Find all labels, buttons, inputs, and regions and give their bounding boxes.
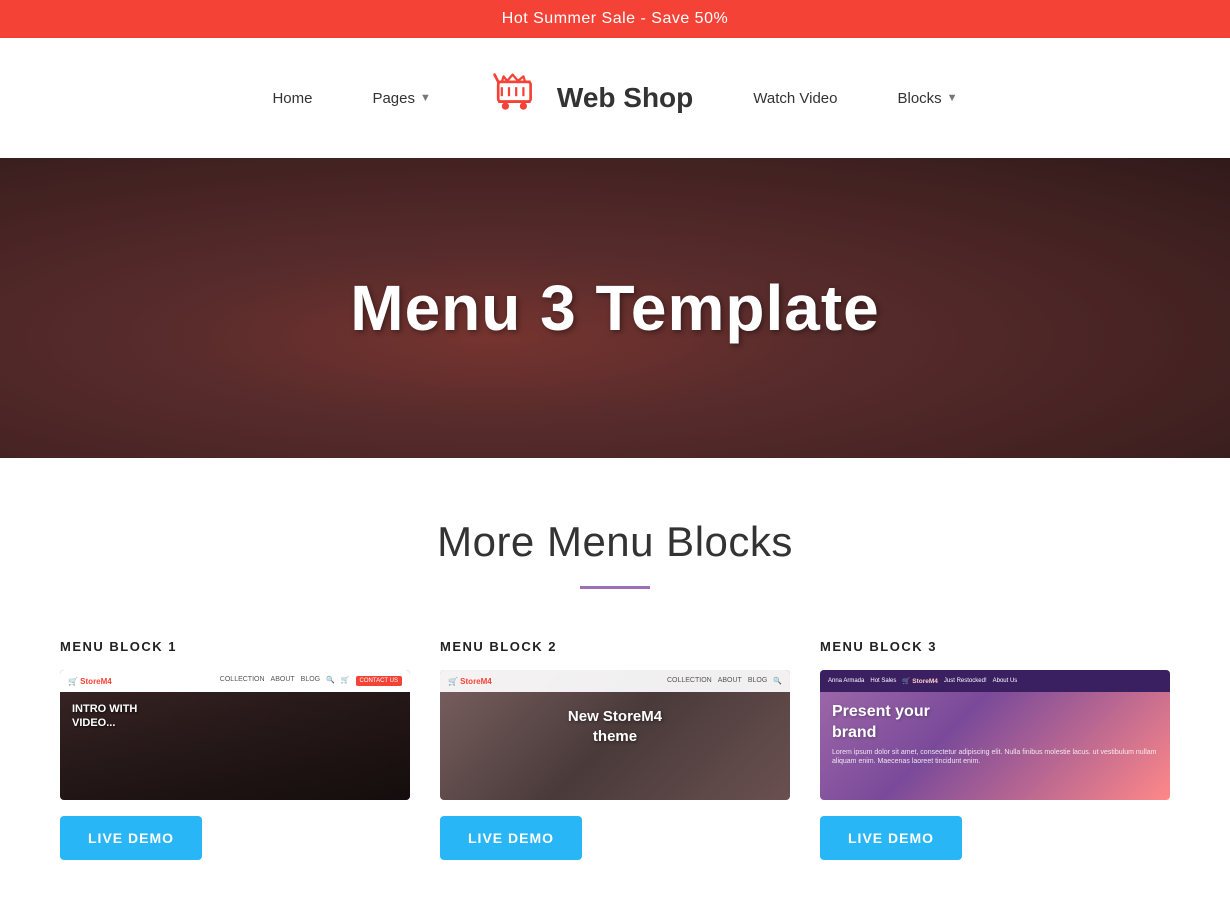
blocks-dropdown-arrow: ▼ bbox=[947, 92, 958, 104]
site-logo[interactable]: Web Shop bbox=[461, 71, 723, 125]
nav-items: Home Pages ▼ Web Shop bbox=[242, 71, 987, 125]
cart-icon bbox=[491, 71, 545, 125]
block-2-title: New StoreM4theme bbox=[452, 707, 778, 746]
block-2-logo: 🛒 StoreM4 bbox=[448, 677, 492, 686]
pages-dropdown-arrow: ▼ bbox=[420, 92, 431, 104]
nav-pages[interactable]: Pages ▼ bbox=[342, 80, 460, 117]
block-2-navbar: 🛒 StoreM4 COLLECTION ABOUT BLOG 🔍 bbox=[440, 670, 790, 692]
menu-block-2: MENU BLOCK 2 🛒 StoreM4 COLLECTION ABOUT … bbox=[440, 639, 790, 860]
menu-blocks-grid: MENU BLOCK 1 🛒 StoreM4 COLLECTION ABOUT … bbox=[40, 639, 1190, 860]
section-divider bbox=[580, 586, 650, 589]
nav-home[interactable]: Home bbox=[242, 80, 342, 117]
block-1-title: INTRO WITHVIDEO... bbox=[72, 702, 398, 731]
navbar: Home Pages ▼ Web Shop bbox=[0, 38, 1230, 158]
block-1-content: INTRO WITHVIDEO... bbox=[60, 692, 410, 741]
block-3-navbar: Anna Armada Hot Sales 🛒 StoreM4 Just Res… bbox=[820, 670, 1170, 692]
nav-watch-video[interactable]: Watch Video bbox=[723, 80, 867, 117]
menu-block-1-label: MENU BLOCK 1 bbox=[60, 639, 410, 654]
live-demo-btn-2[interactable]: LIVE DEMO bbox=[440, 816, 582, 860]
live-demo-btn-1[interactable]: LIVE DEMO bbox=[60, 816, 202, 860]
block-3-title: Present yourbrand bbox=[832, 702, 1158, 744]
block-2-nav-items: COLLECTION ABOUT BLOG 🔍 bbox=[667, 677, 782, 685]
block-3-body: Lorem ipsum dolor sit amet, consectetur … bbox=[832, 748, 1158, 768]
menu-block-1: MENU BLOCK 1 🛒 StoreM4 COLLECTION ABOUT … bbox=[60, 639, 410, 860]
block-1-logo: 🛒 StoreM4 bbox=[68, 677, 112, 686]
menu-block-2-image: 🛒 StoreM4 COLLECTION ABOUT BLOG 🔍 New St… bbox=[440, 670, 790, 800]
block-3-content: Present yourbrand Lorem ipsum dolor sit … bbox=[820, 692, 1170, 777]
nav-blocks[interactable]: Blocks ▼ bbox=[867, 80, 987, 117]
live-demo-btn-3[interactable]: LIVE DEMO bbox=[820, 816, 962, 860]
menu-block-3-image: Anna Armada Hot Sales 🛒 StoreM4 Just Res… bbox=[820, 670, 1170, 800]
block-1-navbar: 🛒 StoreM4 COLLECTION ABOUT BLOG 🔍 🛒 CONT… bbox=[60, 670, 410, 692]
content-section: More Menu Blocks MENU BLOCK 1 🛒 StoreM4 … bbox=[0, 458, 1230, 900]
menu-block-3: MENU BLOCK 3 Anna Armada Hot Sales 🛒 Sto… bbox=[820, 639, 1170, 860]
menu-block-2-label: MENU BLOCK 2 bbox=[440, 639, 790, 654]
promo-banner-text: Hot Summer Sale - Save 50% bbox=[502, 10, 728, 27]
block-1-nav-items: COLLECTION ABOUT BLOG 🔍 🛒 CONTACT US bbox=[220, 676, 402, 686]
hero-title: Menu 3 Template bbox=[350, 271, 879, 345]
block-2-content: New StoreM4theme bbox=[440, 692, 790, 761]
logo-text: Web Shop bbox=[557, 82, 693, 114]
hero-section: Menu 3 Template bbox=[0, 158, 1230, 458]
promo-banner: Hot Summer Sale - Save 50% bbox=[0, 0, 1230, 38]
section-title: More Menu Blocks bbox=[40, 518, 1190, 566]
menu-block-3-label: MENU BLOCK 3 bbox=[820, 639, 1170, 654]
menu-block-1-image: 🛒 StoreM4 COLLECTION ABOUT BLOG 🔍 🛒 CONT… bbox=[60, 670, 410, 800]
